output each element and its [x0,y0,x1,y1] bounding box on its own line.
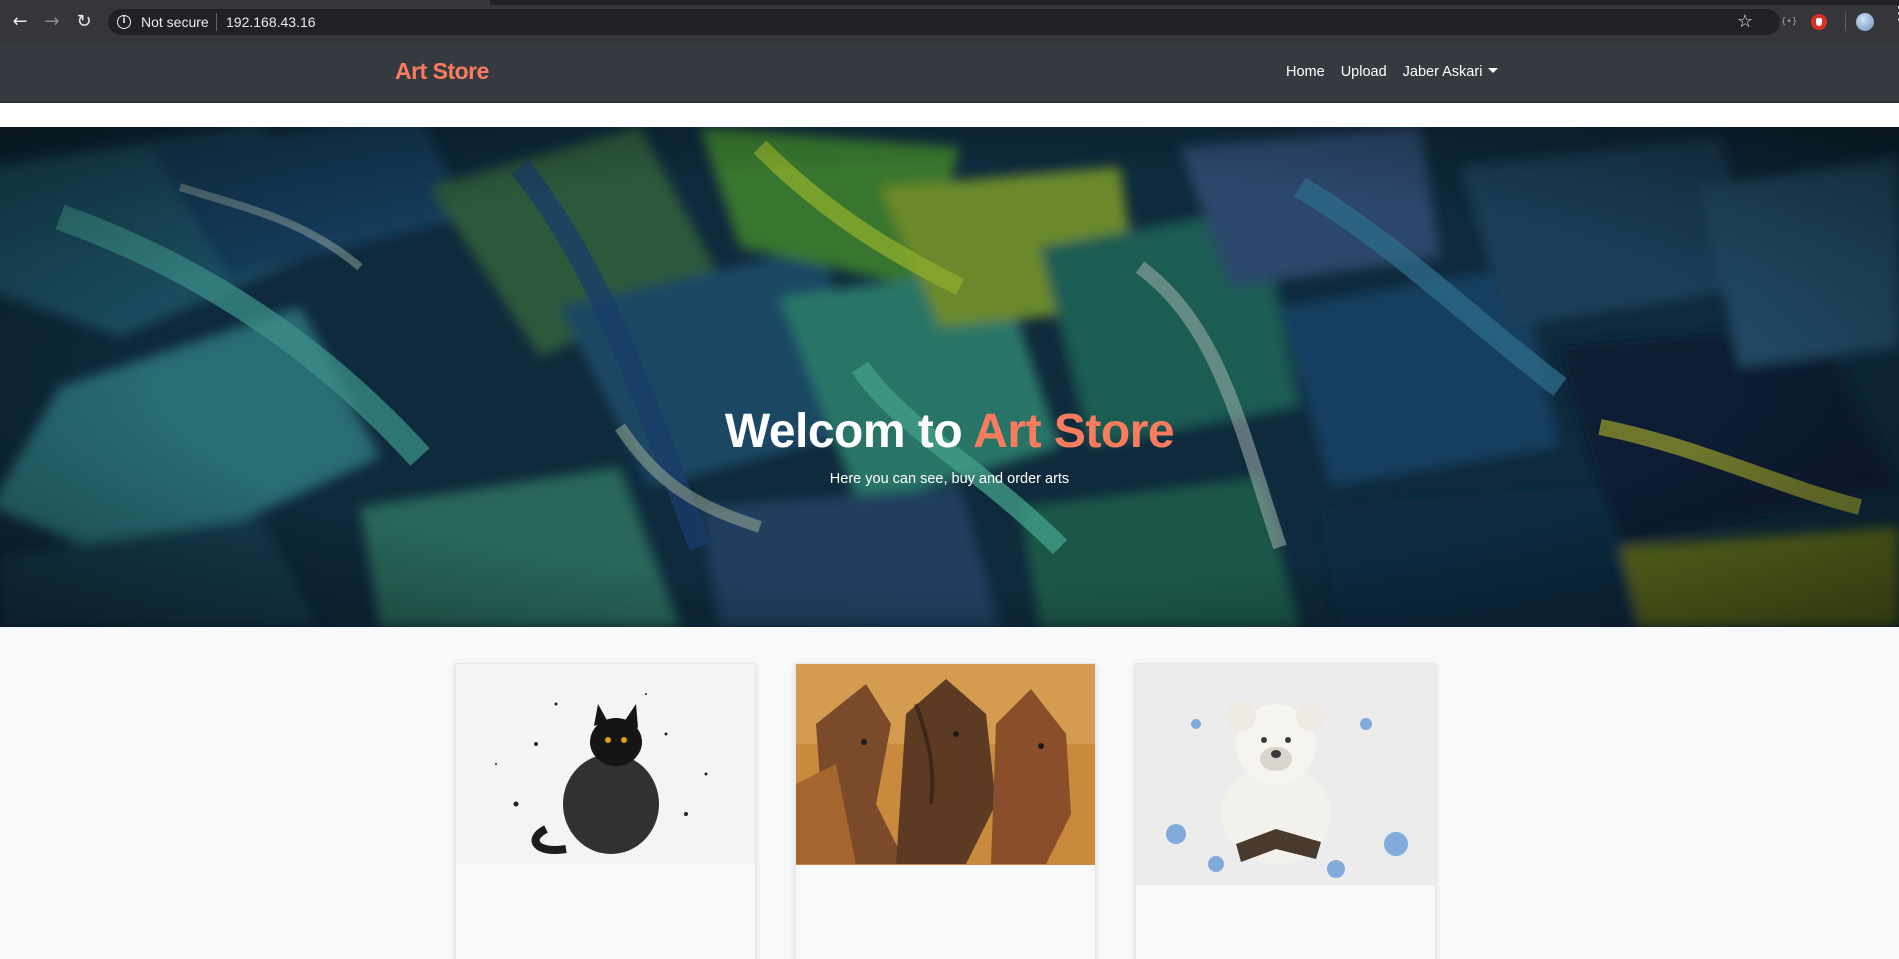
brand-logo[interactable]: Art Store [395,58,489,85]
navbar-spacer [0,103,1899,127]
caret-down-icon [1488,67,1499,73]
hero-subtitle: Here you can see, buy and order arts [829,471,1070,487]
art-card[interactable] [1135,663,1436,959]
address-separator [216,13,217,31]
teddy-bear-artwork-image[interactable] [1136,664,1435,885]
security-label[interactable]: Not secure [141,14,209,30]
url-text[interactable]: 192.168.43.16 [226,14,316,30]
address-bar[interactable] [108,9,1780,35]
browser-toolbar: ← → ↻ i Not secure 192.168.43.16 ☆ {•} ⋮ [0,0,1899,43]
stop-extension-icon[interactable] [1811,14,1827,30]
back-icon[interactable]: ← [10,12,30,32]
horses-artwork-image[interactable] [796,664,1095,865]
nav-link-home[interactable]: Home [1286,64,1325,80]
abstract-painting-background [0,127,1899,627]
black-cat-artwork-image[interactable] [456,664,755,864]
user-dropdown[interactable]: Jaber Askari [1403,64,1499,80]
hero-title: Welcom to Art Store [0,404,1899,459]
site-navbar: Art Store Home Upload Jaber Askari [0,43,1899,103]
active-tab[interactable] [0,0,490,5]
art-card[interactable] [455,663,756,959]
hero-banner: Welcom to Art Store Here you can see, bu… [0,127,1899,627]
bookmark-star-icon[interactable]: ☆ [1737,11,1753,32]
tab-strip [0,0,1899,5]
nav-links: Home Upload Jaber Askari [1286,64,1499,80]
profile-avatar-icon[interactable] [1856,13,1874,31]
art-card[interactable] [795,663,1096,959]
code-extension-icon[interactable]: {•} [1781,17,1797,27]
info-icon[interactable]: i [117,15,131,29]
more-vert-icon[interactable]: ⋮ [1890,5,1899,23]
reload-icon[interactable]: ↻ [74,12,94,32]
nav-link-upload[interactable]: Upload [1341,64,1387,80]
art-gallery [0,627,1899,959]
hero-title-accent: Art Store [973,405,1175,458]
forward-icon[interactable]: → [42,12,62,32]
user-name: Jaber Askari [1402,64,1483,80]
toolbar-separator [1845,13,1846,31]
hero-title-prefix: Welcom to [724,405,963,458]
